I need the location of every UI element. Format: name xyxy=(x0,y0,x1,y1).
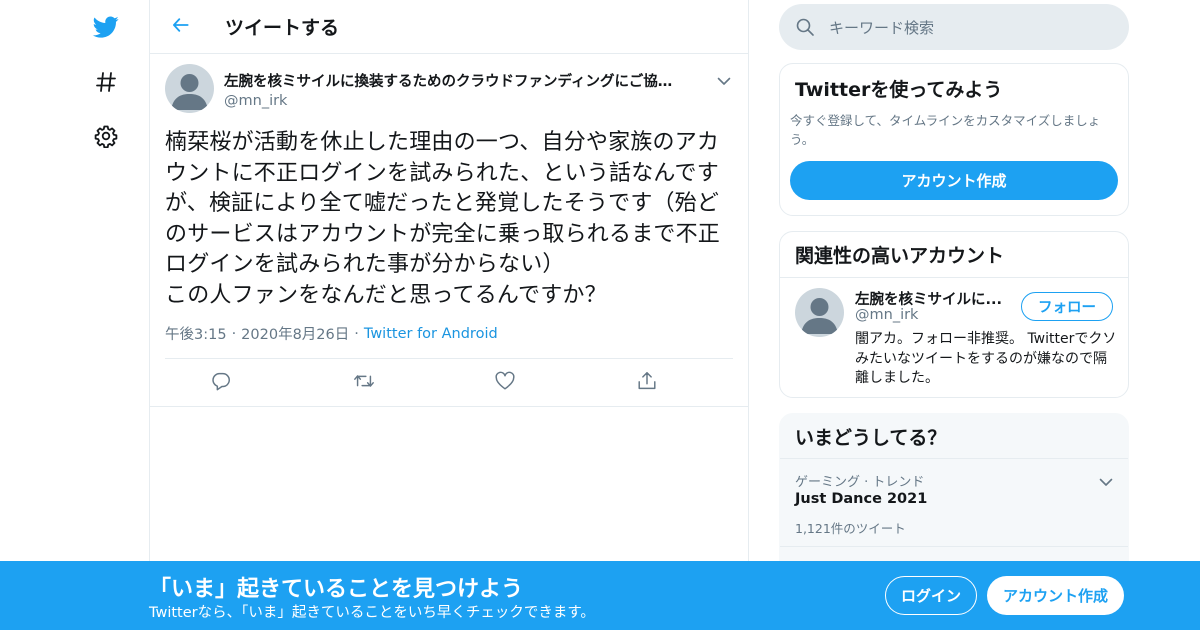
tweet-menu-button[interactable] xyxy=(714,70,734,90)
bottom-bar-subtitle: Twitterなら、「いま」起きていることをいち早くチェックできます。 xyxy=(149,605,595,621)
create-account-button[interactable]: アカウント作成 xyxy=(790,161,1118,200)
bottom-signup-bar: 「いま」起きていることを見つけよう Twitterなら、「いま」起きていることを… xyxy=(0,561,1200,630)
share-icon xyxy=(636,370,658,396)
chevron-down-icon xyxy=(1099,472,1113,491)
meta-separator: · xyxy=(354,325,359,342)
related-account-name[interactable]: 左腕を核ミサイルに... xyxy=(855,288,1002,309)
follow-button[interactable]: フォロー xyxy=(1021,292,1113,321)
user-block: 左腕を核ミサイルに換装するためのクラウドファンディングにご協… @mn_irk xyxy=(224,70,694,109)
meta-separator: · xyxy=(231,325,237,342)
tweet-header: 左腕を核ミサイルに換装するためのクラウドファンディングにご協… @mn_irk xyxy=(165,64,733,114)
trend-tweet-count: 1,121件のツイート xyxy=(795,521,906,536)
page-title: ツイートする xyxy=(225,17,340,39)
trends-title: いまどうしてる？ xyxy=(780,414,1128,459)
retweet-button[interactable] xyxy=(352,370,494,396)
login-button[interactable]: ログイン xyxy=(885,576,977,615)
tweet-detail: 左腕を核ミサイルに換装するためのクラウドファンディングにご協… @mn_irk … xyxy=(150,54,748,407)
tweet-meta: 午後3:15 · 2020年8月26日 · Twitter for Androi… xyxy=(165,323,733,344)
main-column: ツイートする 左腕を核ミサイルに換装するためのクラウドファンディングにご協… @… xyxy=(149,0,749,630)
signup-card-description: 今すぐ登録して、タイムラインをカスタマイズしましょう。 xyxy=(790,113,1101,147)
search-icon xyxy=(795,17,815,37)
back-button[interactable] xyxy=(166,12,196,42)
avatar[interactable] xyxy=(795,288,844,337)
like-icon xyxy=(494,370,516,396)
trend-name[interactable]: Just Dance 2021 xyxy=(795,491,927,507)
gear-icon[interactable] xyxy=(78,111,134,161)
trend-menu-button[interactable] xyxy=(1096,471,1116,491)
share-button[interactable] xyxy=(636,370,778,396)
related-accounts-card: 関連性の高いアカウント 左腕を核ミサイルに... @mn_irk フォロー 闇ア… xyxy=(779,231,1129,398)
arrow-left-icon xyxy=(171,15,191,39)
related-accounts-title: 関連性の高いアカウント xyxy=(780,232,1128,278)
like-button[interactable] xyxy=(494,370,636,396)
hashtag-icon[interactable] xyxy=(78,57,134,107)
related-account-bio: 闇アカ。フォロー非推奨。 Twitterでクソみたいなツイートをするのが嫌なので… xyxy=(855,331,1117,386)
tweet-text: 楠栞桜が活動を休止した理由の一つ、自分や家族のアカウントに不正ログインを試みられ… xyxy=(165,130,721,308)
twitter-bird-icon[interactable] xyxy=(78,2,134,52)
divider xyxy=(780,546,1128,547)
bottom-bar-title: 「いま」起きていることを見つけよう xyxy=(149,577,524,602)
tweet-source-link[interactable]: Twitter for Android xyxy=(364,326,498,342)
trend-context: ゲーミング · トレンド xyxy=(795,475,925,490)
search-placeholder: キーワード検索 xyxy=(829,18,935,37)
page-header: ツイートする xyxy=(150,0,748,54)
chevron-down-icon xyxy=(717,71,731,90)
tweet-actions xyxy=(150,359,748,407)
retweet-icon xyxy=(352,370,376,396)
tweet-time[interactable]: 午後3:15 xyxy=(165,323,227,344)
signup-card: Twitterを使ってみよう 今すぐ登録して、タイムラインをカスタマイズしましょ… xyxy=(779,63,1129,216)
reply-icon xyxy=(210,370,232,396)
user-handle: @mn_irk xyxy=(224,93,288,109)
avatar[interactable] xyxy=(165,64,214,113)
display-name[interactable]: 左腕を核ミサイルに換装するためのクラウドファンディングにご協… xyxy=(224,70,694,91)
search-input[interactable]: キーワード検索 xyxy=(779,4,1129,50)
reply-button[interactable] xyxy=(210,370,352,396)
related-account-handle: @mn_irk xyxy=(855,307,919,323)
signup-button[interactable]: アカウント作成 xyxy=(987,576,1124,615)
tweet-date[interactable]: 2020年8月26日 xyxy=(241,323,349,344)
signup-card-title: Twitterを使ってみよう xyxy=(795,79,1003,101)
